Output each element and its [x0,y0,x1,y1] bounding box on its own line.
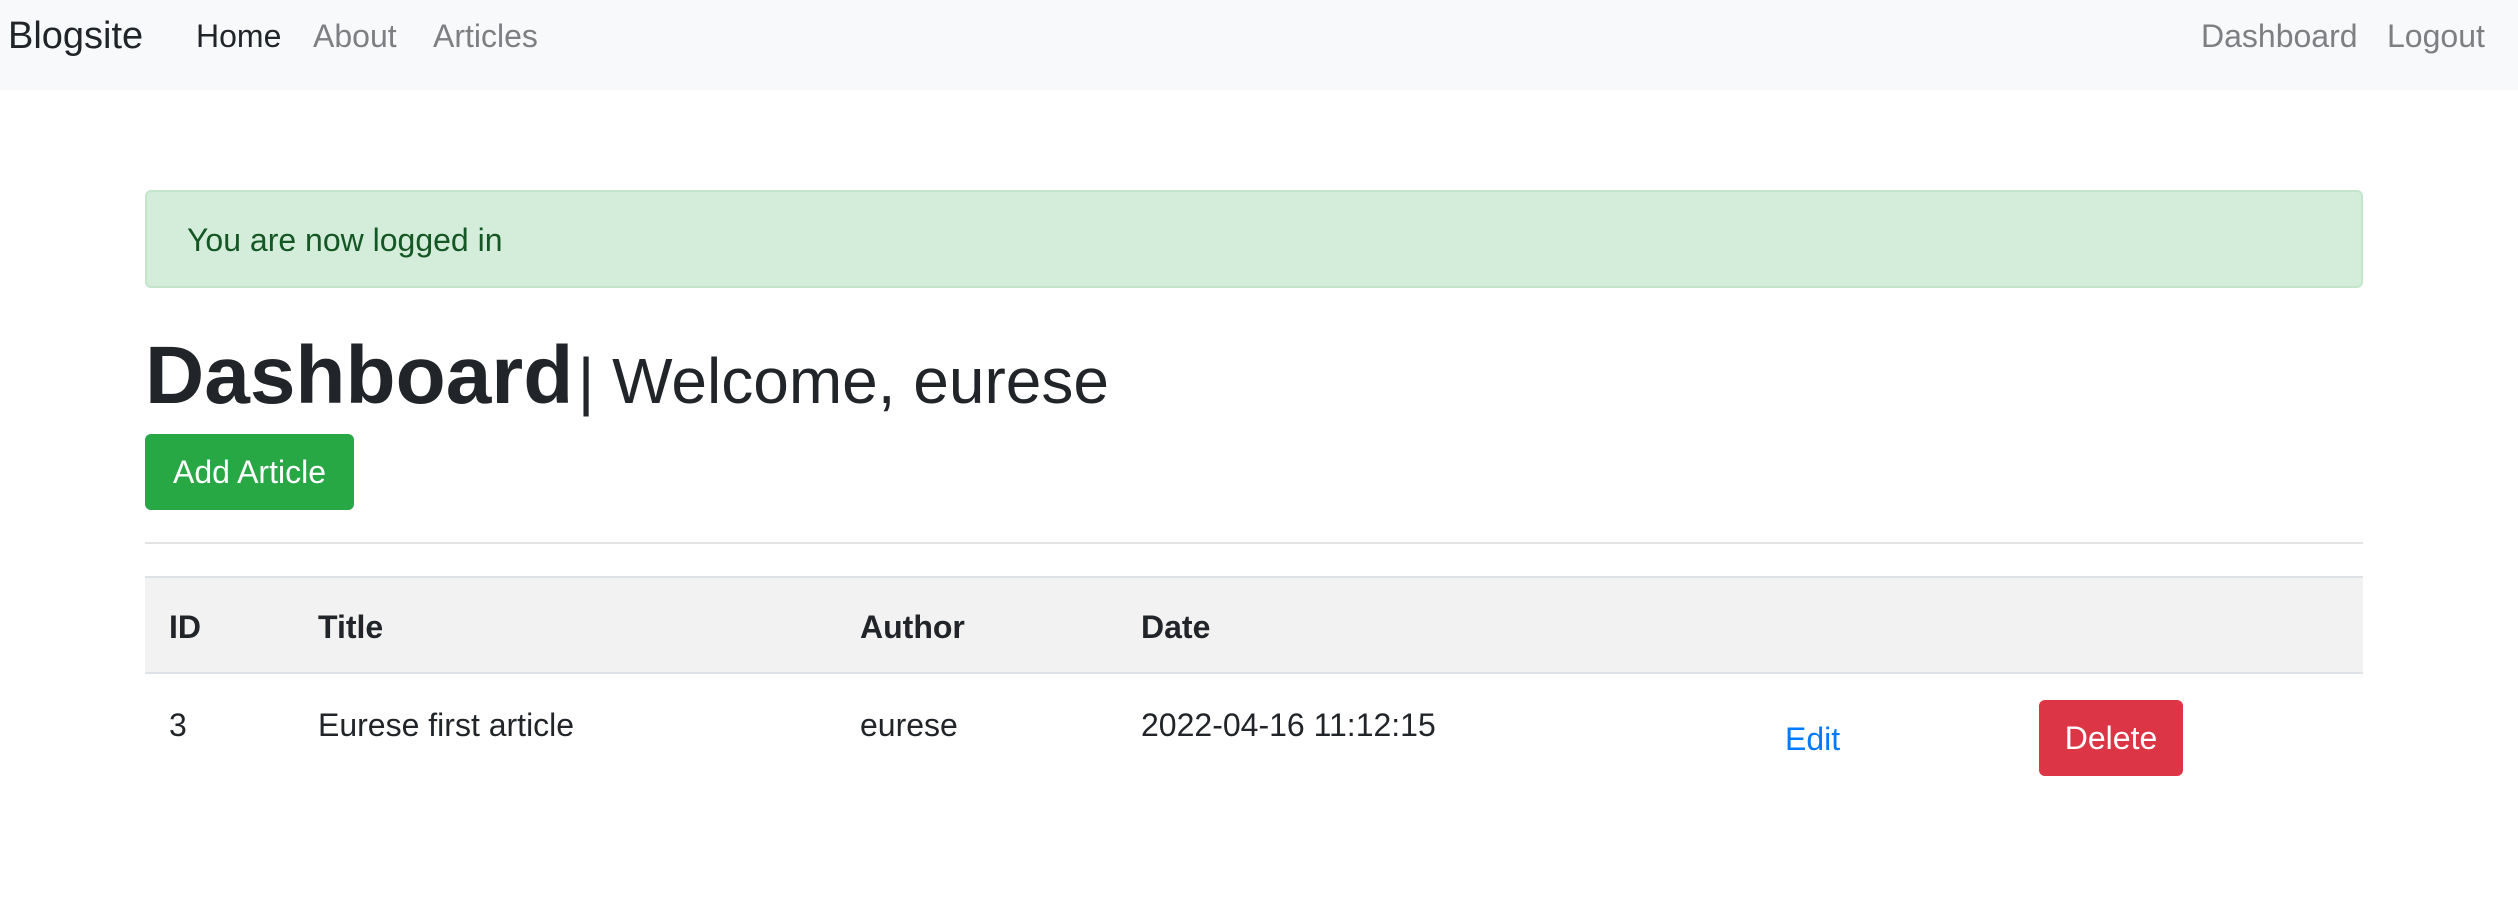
nav-dashboard-link[interactable]: Dashboard [2201,16,2358,56]
alert-message: You are now logged in [187,222,503,258]
row-date-cell: 2022-04-16 11:12:15 [1141,707,1436,743]
column-header-id: ID [169,609,201,645]
row-author-cell: eurese [860,707,958,743]
add-article-button[interactable]: Add Article [145,434,354,510]
delete-article-button[interactable]: Delete [2039,700,2183,776]
edit-article-link[interactable]: Edit [1785,720,1840,758]
page-heading: Dashboard | Welcome, eurese [145,330,1109,427]
nav-logout-link[interactable]: Logout [2387,16,2485,56]
navbar: Blogsite Home About Articles Dashboard L… [0,0,2518,90]
column-header-author: Author [860,609,965,645]
column-header-date: Date [1141,609,1211,645]
nav-home-link[interactable]: Home [196,16,281,56]
brand-link[interactable]: Blogsite [8,14,143,58]
welcome-text: | Welcome, eurese [577,345,1109,417]
divider [145,542,2363,544]
table-header-row: ID Title Author Date [145,576,2363,674]
nav-about-link[interactable]: About [313,16,397,56]
login-success-alert: You are now logged in [145,190,2363,288]
nav-articles-link[interactable]: Articles [433,16,538,56]
column-header-title: Title [318,609,384,645]
page-title: Dashboard [145,330,574,421]
row-title-cell: Eurese first article [318,707,575,743]
row-id-cell: 3 [169,707,187,743]
